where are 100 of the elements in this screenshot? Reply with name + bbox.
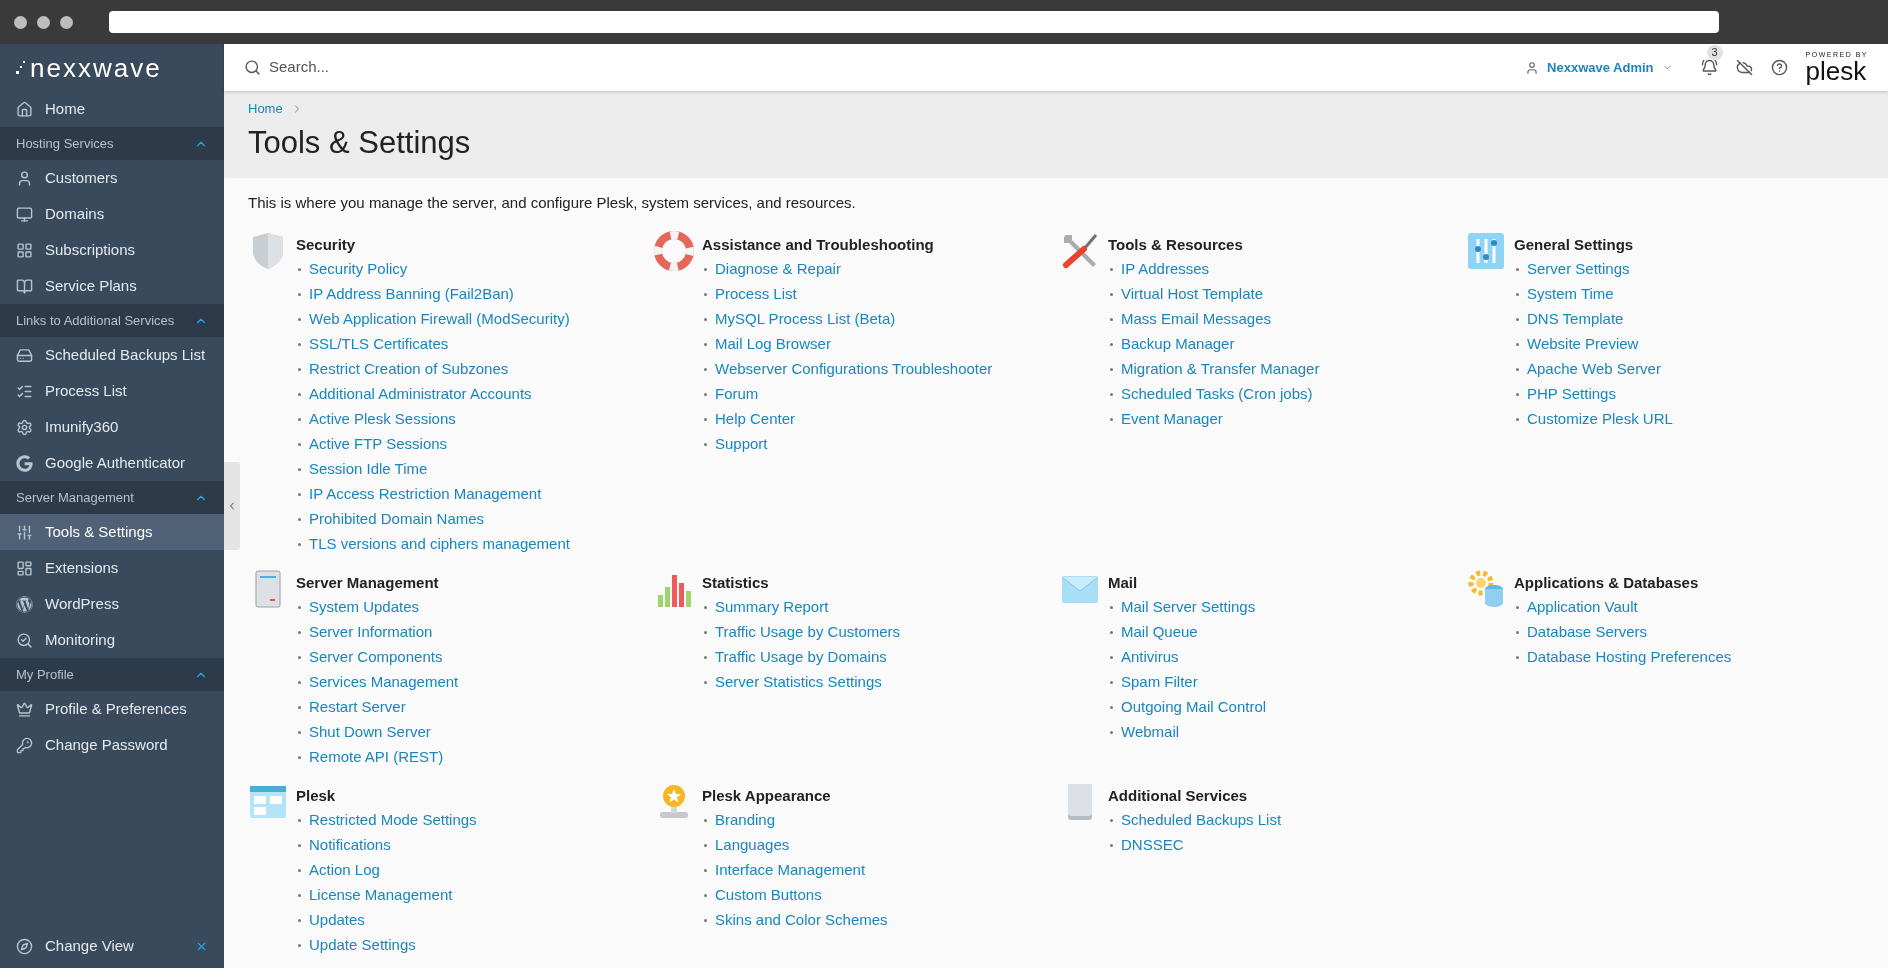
settings-link[interactable]: Shut Down Server (309, 720, 431, 744)
settings-link[interactable]: Webmail (1121, 720, 1180, 744)
sidebar-item[interactable]: Imunify360 (0, 409, 224, 445)
settings-link[interactable]: Traffic Usage by Customers (715, 620, 901, 644)
settings-link[interactable]: IP Addresses (1121, 257, 1210, 281)
settings-link[interactable]: Apache Web Server (1527, 357, 1661, 381)
sidebar-group-header[interactable]: Hosting Services (0, 127, 224, 160)
sidebar-item[interactable]: Google Authenticator (0, 445, 224, 481)
settings-link[interactable]: Web Application Firewall (ModSecurity) (309, 307, 570, 331)
settings-link[interactable]: SSL/TLS Certificates (309, 332, 449, 356)
settings-link[interactable]: Remote API (REST) (309, 745, 444, 769)
cloud-off-icon[interactable] (1735, 59, 1753, 76)
sidebar-item[interactable]: Customers (0, 160, 224, 196)
sidebar-item[interactable]: WordPress (0, 586, 224, 622)
sidebar-item[interactable]: Service Plans (0, 268, 224, 304)
settings-link[interactable]: Server Statistics Settings (715, 670, 882, 694)
settings-link[interactable]: Mail Queue (1121, 620, 1198, 644)
sidebar-item[interactable]: Change Password (0, 727, 224, 763)
settings-link[interactable]: DNSSEC (1121, 833, 1184, 857)
settings-link[interactable]: Customize Plesk URL (1527, 407, 1673, 431)
breadcrumb-link[interactable]: Home (248, 99, 283, 119)
gear-database-icon (1466, 568, 1506, 609)
settings-link[interactable]: Active FTP Sessions (309, 432, 448, 456)
settings-link[interactable]: Server Components (309, 645, 443, 669)
settings-link[interactable]: Help Center (715, 407, 796, 431)
settings-link[interactable]: Traffic Usage by Domains (715, 645, 887, 669)
settings-link[interactable]: Notifications (309, 833, 391, 857)
settings-link[interactable]: Action Log (309, 858, 380, 882)
sidebar-item[interactable]: Monitoring (0, 622, 224, 658)
sidebar-item[interactable]: Domains (0, 196, 224, 232)
settings-link[interactable]: Restrict Creation of Subzones (309, 357, 509, 381)
settings-link[interactable]: Restricted Mode Settings (309, 808, 477, 832)
settings-link[interactable]: System Updates (309, 595, 420, 619)
settings-link[interactable]: Active Plesk Sessions (309, 407, 456, 431)
sidebar-group-header[interactable]: Links to Additional Services (0, 304, 224, 337)
settings-link[interactable]: Website Preview (1527, 332, 1639, 356)
settings-link[interactable]: Support (715, 432, 768, 456)
sidebar-item[interactable]: Tools & Settings (0, 514, 224, 550)
settings-link[interactable]: Update Settings (309, 933, 416, 957)
settings-link[interactable]: Restart Server (309, 695, 406, 719)
change-view-button[interactable]: Change View (0, 926, 224, 966)
settings-link[interactable]: Database Servers (1527, 620, 1648, 644)
settings-link[interactable]: Services Management (309, 670, 459, 694)
settings-link[interactable]: Security Policy (309, 257, 408, 281)
settings-link[interactable]: Outgoing Mail Control (1121, 695, 1267, 719)
bell-icon[interactable] (1700, 59, 1718, 76)
settings-link[interactable]: Prohibited Domain Names (309, 507, 485, 531)
settings-link[interactable]: Webserver Configurations Troubleshooter (715, 357, 993, 381)
sidebar-item[interactable]: Extensions (0, 550, 224, 586)
sidebar-item[interactable]: Home (0, 91, 224, 127)
help-icon[interactable] (1770, 59, 1788, 76)
settings-link[interactable]: Spam Filter (1121, 670, 1198, 694)
settings-link[interactable]: Scheduled Tasks (Cron jobs) (1121, 382, 1313, 406)
settings-link[interactable]: Database Hosting Preferences (1527, 645, 1732, 669)
settings-link[interactable]: Languages (715, 833, 790, 857)
sidebar-item[interactable]: Profile & Preferences (0, 691, 224, 727)
sidebar-group-header[interactable]: My Profile (0, 658, 224, 691)
settings-link[interactable]: Mail Log Browser (715, 332, 831, 356)
settings-link[interactable]: Antivirus (1121, 645, 1179, 669)
bullet-icon (1516, 317, 1519, 321)
settings-link[interactable]: Mass Email Messages (1121, 307, 1272, 331)
bullet-icon (704, 342, 707, 346)
settings-link[interactable]: MySQL Process List (Beta) (715, 307, 896, 331)
settings-link[interactable]: DNS Template (1527, 307, 1624, 331)
settings-link[interactable]: Mail Server Settings (1121, 595, 1256, 619)
settings-link[interactable]: License Management (309, 883, 453, 907)
settings-link[interactable]: Server Information (309, 620, 433, 644)
sliders-icon (1466, 230, 1506, 271)
settings-link[interactable]: Virtual Host Template (1121, 282, 1264, 306)
settings-link[interactable]: Event Manager (1121, 407, 1223, 431)
search-field[interactable]: Search... (269, 56, 644, 79)
settings-link[interactable]: IP Address Banning (Fail2Ban) (309, 282, 514, 306)
settings-link[interactable]: Forum (715, 382, 759, 406)
settings-link[interactable]: Custom Buttons (715, 883, 822, 907)
settings-link[interactable]: Server Settings (1527, 257, 1630, 281)
settings-link[interactable]: Skins and Color Schemes (715, 908, 888, 932)
bullet-icon (298, 367, 301, 371)
settings-link[interactable]: TLS versions and ciphers management (309, 532, 570, 556)
settings-link[interactable]: Session Idle Time (309, 457, 428, 481)
settings-link[interactable]: System Time (1527, 282, 1614, 306)
settings-link[interactable]: Process List (715, 282, 797, 306)
settings-link[interactable]: Summary Report (715, 595, 829, 619)
settings-link[interactable]: Backup Manager (1121, 332, 1235, 356)
settings-link[interactable]: Additional Administrator Accounts (309, 382, 532, 406)
settings-link[interactable]: Application Vault (1527, 595, 1638, 619)
sidebar-item[interactable]: Process List (0, 373, 224, 409)
settings-link[interactable]: Interface Management (715, 858, 866, 882)
bullet-icon (1110, 730, 1113, 734)
settings-link[interactable]: PHP Settings (1527, 382, 1616, 406)
settings-link[interactable]: Migration & Transfer Manager (1121, 357, 1320, 381)
settings-link[interactable]: Branding (715, 808, 776, 832)
settings-link[interactable]: Scheduled Backups List (1121, 808, 1282, 832)
settings-link[interactable]: Updates (309, 908, 365, 932)
settings-link[interactable]: IP Access Restriction Management (309, 482, 542, 506)
settings-link[interactable]: Diagnose & Repair (715, 257, 841, 281)
user-menu[interactable]: Nexxwave Admin (1525, 57, 1673, 78)
search-icon (244, 59, 261, 76)
sidebar-group-header[interactable]: Server Management (0, 481, 224, 514)
sidebar-item[interactable]: Scheduled Backups List (0, 337, 224, 373)
sidebar-item[interactable]: Subscriptions (0, 232, 224, 268)
